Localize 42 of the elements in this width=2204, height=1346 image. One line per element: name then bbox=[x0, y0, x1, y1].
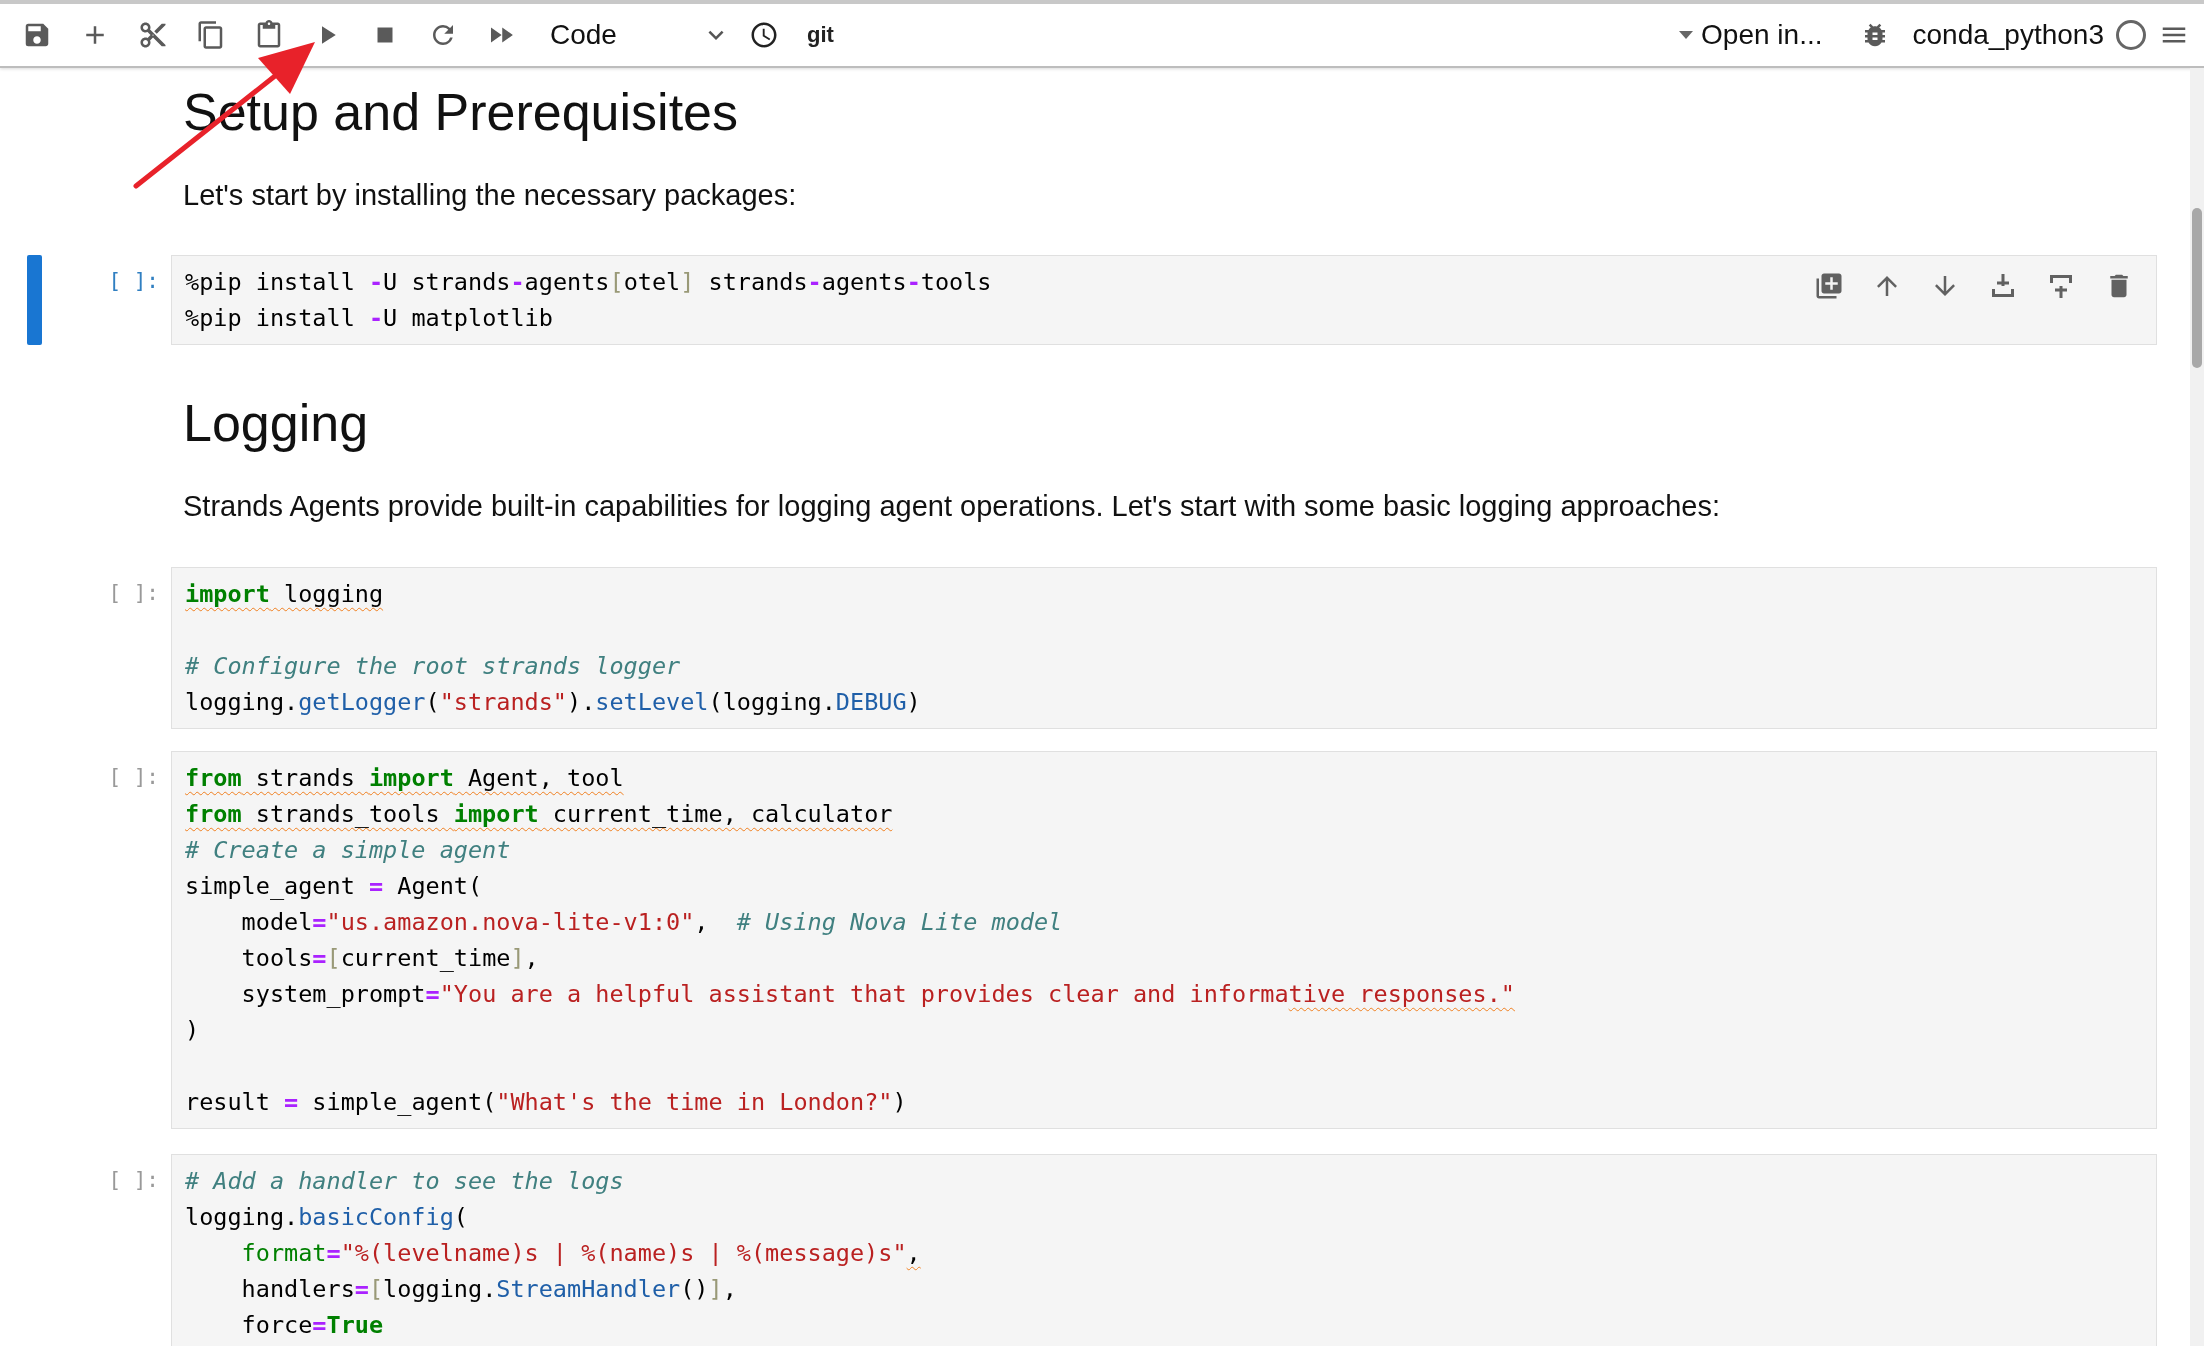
code-line: result = simple_agent("What's the time in London?") bbox=[185, 1087, 907, 1118]
section-heading: Logging bbox=[183, 393, 370, 454]
cell-prompt: [ ]: bbox=[107, 580, 160, 607]
code-line: # Configure the root strands logger bbox=[185, 651, 681, 682]
cell-type-dropdown[interactable]: Code bbox=[550, 13, 735, 57]
caret-icon bbox=[1679, 31, 1694, 39]
paragraph-text: Strands Agents provide built-in capabilities for logging agent operations. Let's start with some basic logging approaches: bbox=[183, 489, 1721, 524]
code-line: model="us.amazon.nova-lite-v1:0", # Using Nova Lite model bbox=[240, 907, 1063, 938]
code-line: ) bbox=[185, 1015, 200, 1046]
code-line: force=True bbox=[240, 1310, 384, 1341]
code-cell[interactable]: %pip install -U strands-agents[otel] strands-agents-tools %pip install -U matplotlib bbox=[171, 255, 2157, 345]
code-line: from strands import Agent, tool bbox=[185, 763, 624, 794]
scrollbar[interactable] bbox=[2190, 68, 2204, 1346]
code-line: %pip install -U matplotlib bbox=[185, 303, 553, 334]
cell-prompt: [ ]: bbox=[107, 268, 160, 295]
code-line: # Add a handler to see the logs bbox=[185, 1166, 624, 1197]
code-line: system_prompt="You are a helpful assistant that provides clear and informative responses." bbox=[240, 979, 1515, 1010]
code-cell[interactable] bbox=[171, 751, 2157, 1129]
clock-icon bbox=[749, 20, 779, 50]
code-line: handlers=[logging.StreamHandler()], bbox=[240, 1274, 737, 1305]
code-line: %pip install -U strands-agents[otel] strands-agents-tools bbox=[185, 267, 992, 298]
code-line: # Create a simple agent bbox=[185, 835, 511, 866]
duplicate-icon bbox=[1814, 271, 1844, 301]
scissors-icon bbox=[138, 20, 168, 50]
code-line: from strands_tools import current_time, calculator bbox=[185, 799, 893, 830]
code-cell[interactable]: # Add a handler to see the logs logging.basicConfig( format="%(levelname)s | %(name)s | %(message)s", handlers=[logging.StreamHandler()], force=True bbox=[171, 1154, 2157, 1346]
code-cell[interactable]: import logging # Configure the root strands logger logging.getLogger("strands").setLevel(logging.DEBUG) bbox=[171, 567, 2157, 729]
code-line: tools=[current_time], bbox=[240, 943, 539, 974]
cell-prompt: [ ]: bbox=[107, 1167, 160, 1194]
code-line: simple_agent = Agent( bbox=[185, 871, 483, 902]
open-in-button[interactable]: Open in... bbox=[1679, 13, 1823, 57]
git-button[interactable]: git bbox=[797, 13, 844, 57]
insert-below-icon bbox=[1989, 272, 2017, 300]
insert-above-icon bbox=[2047, 272, 2075, 300]
code-line: logging.getLogger("strands").setLevel(logging.DEBUG) bbox=[185, 687, 921, 718]
scrollbar-thumb[interactable] bbox=[2192, 208, 2202, 368]
code-line: logging.basicConfig( bbox=[185, 1202, 468, 1233]
kernel-name[interactable]: conda_python3 bbox=[1904, 13, 2112, 57]
code-line: import logging bbox=[185, 579, 384, 610]
code-line: format="%(levelname)s | %(name)s | %(message)s", bbox=[240, 1238, 921, 1269]
paragraph-text: Let's start by installing the necessary packages: bbox=[183, 178, 798, 213]
cell-prompt: [ ]: bbox=[107, 764, 160, 791]
